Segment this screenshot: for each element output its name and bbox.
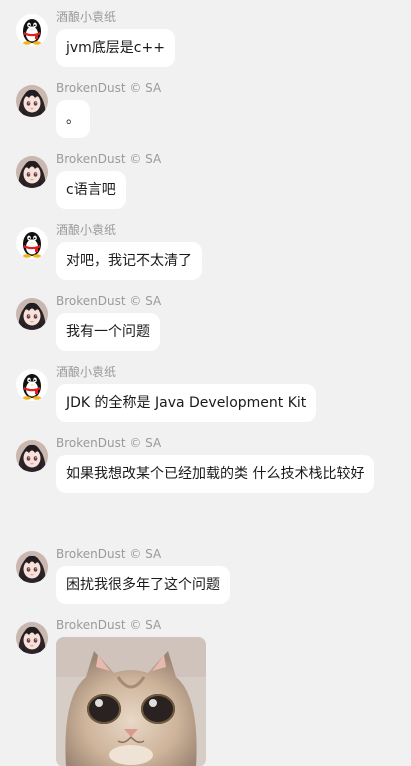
qq-penguin-icon[interactable] bbox=[16, 369, 48, 401]
anime-girl-avatar[interactable] bbox=[16, 156, 48, 188]
anime-girl-avatar[interactable] bbox=[16, 551, 48, 583]
message-bubble[interactable]: 如果我想改某个已经加载的类 什么技术栈比较好 bbox=[56, 455, 375, 493]
anime-girl-avatar[interactable] bbox=[16, 622, 48, 654]
message-bubble[interactable]: jvm底层是c++ bbox=[56, 29, 175, 67]
kitten-sticker[interactable] bbox=[56, 637, 206, 766]
message-bubble[interactable]: 。 bbox=[56, 100, 90, 138]
sender-name: 酒酿小袁纸 bbox=[56, 365, 117, 379]
sender-name: BrokenDust © SA bbox=[56, 81, 162, 95]
anime-girl-avatar[interactable] bbox=[16, 298, 48, 330]
message-bubble[interactable]: c语言吧 bbox=[56, 171, 126, 209]
sender-name: BrokenDust © SA bbox=[56, 547, 162, 561]
sender-name: BrokenDust © SA bbox=[56, 436, 162, 450]
chat-message-list: 酒酿小袁纸 jvm底层是c++ BrokenDust © SA 。 Broken… bbox=[0, 0, 411, 766]
sender-name: 酒酿小袁纸 bbox=[56, 223, 117, 237]
sender-name: 酒酿小袁纸 bbox=[56, 10, 117, 24]
anime-girl-avatar[interactable] bbox=[16, 85, 48, 117]
sender-name: BrokenDust © SA bbox=[56, 294, 162, 308]
qq-penguin-icon[interactable] bbox=[16, 14, 48, 46]
sender-name: BrokenDust © SA bbox=[56, 618, 162, 632]
message-bubble[interactable]: JDK 的全称是 Java Development Kit bbox=[56, 384, 317, 422]
message-bubble[interactable]: 困扰我很多年了这个问题 bbox=[56, 566, 230, 604]
message-bubble[interactable]: 对吧，我记不太清了 bbox=[56, 242, 202, 280]
message-bubble[interactable]: 我有一个问题 bbox=[56, 313, 160, 351]
sender-name: BrokenDust © SA bbox=[56, 152, 162, 166]
anime-girl-avatar[interactable] bbox=[16, 440, 48, 472]
qq-penguin-icon[interactable] bbox=[16, 227, 48, 259]
